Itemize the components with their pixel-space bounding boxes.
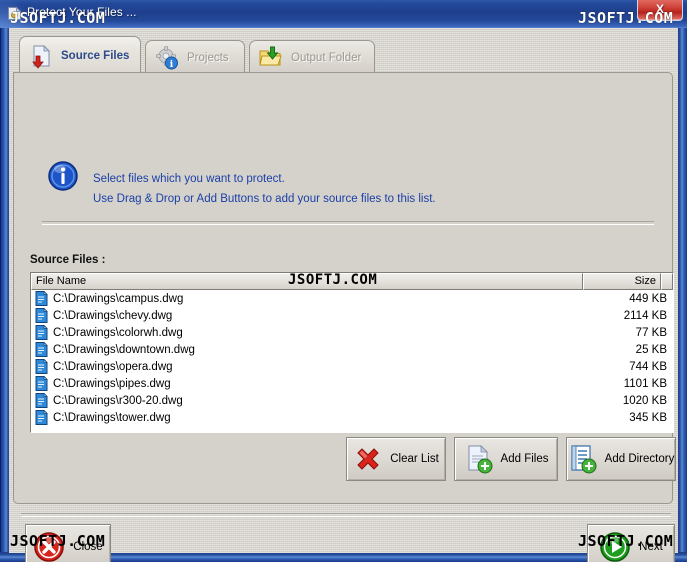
- source-files-listview[interactable]: File Name Size C:\Drawings\campus.dwg 449…: [30, 272, 674, 433]
- listview-rows: C:\Drawings\campus.dwg 449 KB C:\Drawings\…: [31, 290, 673, 426]
- table-row[interactable]: C:\Drawings\colorwh.dwg 77 KB: [31, 324, 673, 341]
- table-row[interactable]: C:\Drawings\opera.dwg 744 KB: [31, 358, 673, 375]
- close-icon: X: [655, 2, 664, 16]
- list-action-buttons: Clear List Add Files Add Directory: [346, 437, 676, 483]
- table-row[interactable]: C:\Drawings\pipes.dwg 1101 KB: [31, 375, 673, 392]
- tab-projects-label: Projects: [187, 51, 229, 64]
- file-size-cell: 744 KB: [629, 360, 667, 373]
- listview-header: File Name Size: [31, 273, 673, 290]
- tab-source-files[interactable]: Source Files: [19, 36, 141, 74]
- file-name-cell: C:\Drawings\campus.dwg: [53, 292, 184, 305]
- file-size-cell: 77 KB: [635, 326, 667, 339]
- tab-projects[interactable]: i Projects: [145, 40, 245, 74]
- table-row[interactable]: C:\Drawings\downtown.dwg 25 KB: [31, 341, 673, 358]
- window-frame-right: [677, 0, 687, 562]
- file-icon: [35, 392, 48, 408]
- add-directory-label: Add Directory: [604, 453, 675, 465]
- folder-down-arrow-icon: [258, 45, 284, 71]
- tab-strip: Source Files i Projects Output Folder: [13, 34, 673, 74]
- file-icon: [35, 307, 48, 323]
- red-x-icon: [353, 444, 383, 474]
- clear-list-label: Clear List: [390, 453, 439, 465]
- red-circle-x-icon: [33, 531, 65, 562]
- file-name-cell: C:\Drawings\r300-20.dwg: [53, 394, 183, 407]
- file-size-cell: 345 KB: [629, 411, 667, 424]
- info-line-2: Use Drag & Drop or Add Buttons to add yo…: [93, 193, 436, 205]
- application-window: Protect Your Files ... X Source Files i …: [0, 0, 687, 562]
- document-plus-icon: [464, 444, 494, 474]
- next-button[interactable]: Next: [587, 524, 675, 562]
- info-line-1: Select files which you want to protect.: [93, 173, 285, 185]
- app-shield-icon: [6, 5, 23, 22]
- close-button[interactable]: Close: [25, 524, 111, 562]
- gear-info-icon: i: [154, 45, 180, 71]
- file-name-cell: C:\Drawings\opera.dwg: [53, 360, 173, 373]
- close-button-label: Close: [73, 541, 103, 553]
- add-files-label: Add Files: [500, 453, 549, 465]
- clear-list-button[interactable]: Clear List: [346, 437, 446, 481]
- title-bar: Protect Your Files ... X: [0, 0, 687, 28]
- add-directory-button[interactable]: Add Directory: [566, 437, 676, 481]
- table-row[interactable]: C:\Drawings\chevy.dwg 2114 KB: [31, 307, 673, 324]
- window-title: Protect Your Files ...: [27, 5, 137, 19]
- file-icon: [35, 324, 48, 340]
- next-button-label: Next: [639, 541, 663, 553]
- window-close-button[interactable]: X: [637, 0, 683, 21]
- file-icon: [35, 409, 48, 425]
- add-files-button[interactable]: Add Files: [454, 437, 558, 481]
- table-row[interactable]: C:\Drawings\r300-20.dwg 1020 KB: [31, 392, 673, 409]
- table-row[interactable]: C:\Drawings\campus.dwg 449 KB: [31, 290, 673, 307]
- file-icon: [35, 358, 48, 374]
- tab-output-folder-label: Output Folder: [291, 51, 362, 64]
- document-down-arrow-icon: [28, 43, 54, 69]
- information-icon: [47, 160, 79, 192]
- column-header-filler: [661, 273, 673, 290]
- client-area: Source Files i Projects Output Folder Se…: [9, 28, 678, 562]
- file-size-cell: 449 KB: [629, 292, 667, 305]
- file-name-cell: C:\Drawings\tower.dwg: [53, 411, 171, 424]
- tab-output-folder[interactable]: Output Folder: [249, 40, 375, 74]
- file-name-cell: C:\Drawings\downtown.dwg: [53, 343, 195, 356]
- footer-divider: [21, 513, 671, 517]
- file-icon: [35, 375, 48, 391]
- svg-text:i: i: [170, 60, 174, 70]
- file-size-cell: 1020 KB: [622, 394, 667, 407]
- file-name-cell: C:\Drawings\pipes.dwg: [53, 377, 171, 390]
- info-divider: [42, 221, 654, 225]
- column-header-file-name[interactable]: File Name: [31, 273, 583, 290]
- file-name-cell: C:\Drawings\chevy.dwg: [53, 309, 173, 322]
- file-icon: [35, 341, 48, 357]
- table-row[interactable]: C:\Drawings\tower.dwg 345 KB: [31, 409, 673, 426]
- file-size-cell: 25 KB: [635, 343, 667, 356]
- list-document-plus-icon: [568, 444, 598, 474]
- file-size-cell: 1101 KB: [623, 377, 667, 390]
- file-name-cell: C:\Drawings\colorwh.dwg: [53, 326, 183, 339]
- source-files-caption: Source Files :: [30, 254, 106, 266]
- tab-source-files-label: Source Files: [61, 49, 130, 62]
- green-play-icon: [599, 531, 631, 562]
- file-icon: [35, 290, 48, 306]
- file-size-cell: 2114 KB: [623, 309, 667, 322]
- column-header-size[interactable]: Size: [583, 273, 661, 290]
